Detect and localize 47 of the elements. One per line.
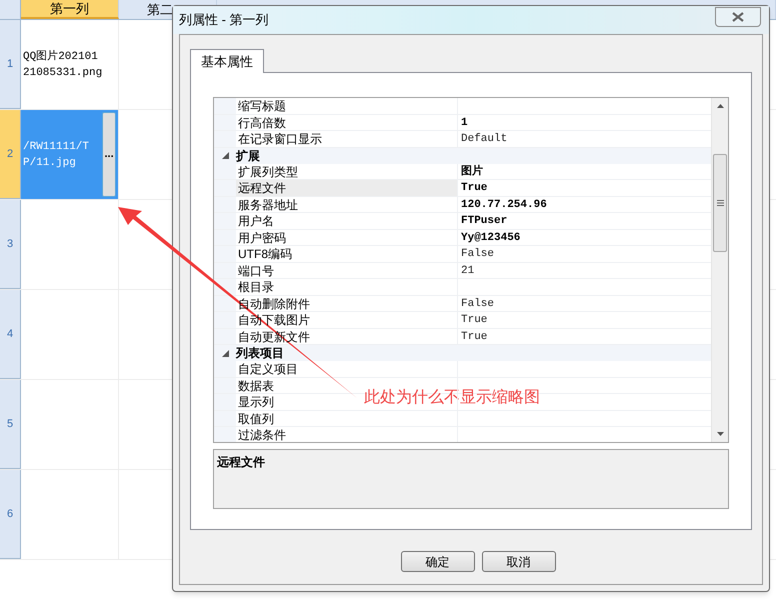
property-name[interactable]: 端口号 [236,262,458,278]
property-name[interactable]: 远程文件 [236,180,458,196]
property-name[interactable]: 过滤条件 [236,427,458,442]
tab[interactable]: 基本属性 [190,49,264,73]
row-header[interactable]: 3 [0,200,21,289]
scrollbar[interactable] [711,98,728,442]
dialog-button[interactable]: 取消 [482,551,556,572]
row-header[interactable]: 2 [0,110,21,199]
scroll-thumb[interactable] [713,154,727,252]
property-value[interactable]: True [458,328,488,344]
table-cell[interactable]: QQ图片20210121085331.png [23,48,103,80]
property-name[interactable]: 服务器地址 [236,196,458,212]
property-value[interactable]: True [458,180,488,196]
property-name[interactable]: UTF8编码 [236,246,458,262]
category-label[interactable]: 扩展 [236,148,260,164]
property-name[interactable]: 缩写标题 [236,98,458,114]
dialog-button[interactable]: 确定 [400,551,474,572]
category-label[interactable]: 列表项目 [236,345,284,361]
property-value[interactable]: 120.77.254.96 [458,196,547,212]
property-name[interactable]: 扩展列类型 [236,164,458,179]
property-value[interactable]: Yy@123456 [458,230,520,245]
row-header[interactable]: 5 [0,380,21,469]
property-value[interactable]: 图片 [458,164,483,179]
close-button[interactable] [715,7,761,27]
ellipsis-button[interactable]: ... [102,112,116,197]
property-value[interactable]: Default [458,131,508,146]
property-name[interactable]: 用户密码 [236,230,458,245]
property-value[interactable]: True [458,312,488,328]
close-icon [732,12,744,22]
scroll-up-icon [716,104,724,108]
property-name[interactable]: 根目录 [236,279,458,294]
property-name[interactable]: 取值列 [236,410,458,426]
grip-icon [716,200,724,206]
property-value[interactable]: FTPuser [458,213,508,228]
row-header[interactable]: 6 [0,470,21,559]
description-title: 远程文件 [217,455,265,469]
property-value[interactable]: 21 [458,262,474,278]
property-name[interactable]: 用户名 [236,213,458,228]
column-header[interactable]: 第一列 [21,0,119,19]
scroll-down-icon [716,432,724,436]
property-value[interactable]: False [458,246,494,262]
property-name[interactable]: 行高倍数 [236,114,458,130]
property-value[interactable]: False [458,296,494,311]
row-header[interactable]: 1 [0,20,21,109]
row-header[interactable]: 4 [0,290,21,379]
property-value[interactable]: 1 [458,114,468,130]
property-name[interactable]: 在记录窗口显示 [236,131,458,146]
